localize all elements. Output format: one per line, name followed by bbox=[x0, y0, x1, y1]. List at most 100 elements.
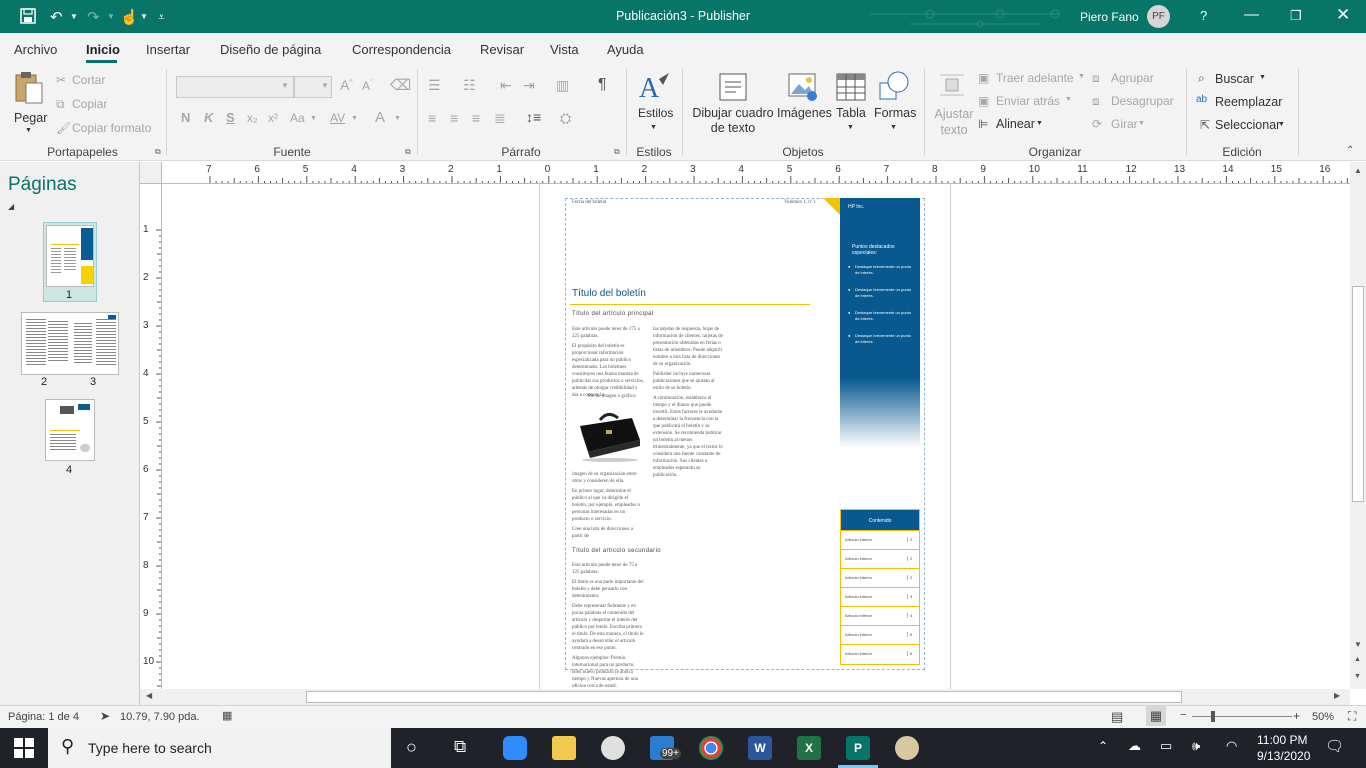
find-button[interactable]: Buscar bbox=[1215, 72, 1254, 86]
tab-insertar[interactable]: Insertar bbox=[146, 42, 190, 57]
show-hidden-icons[interactable]: ⌃ bbox=[1098, 739, 1108, 753]
tab-diseno-pagina[interactable]: Diseño de página bbox=[220, 42, 321, 57]
scroll-down-icon[interactable]: ▼ bbox=[1354, 640, 1362, 649]
font-color-button[interactable]: A bbox=[375, 109, 385, 126]
copy-button[interactable]: Copiar bbox=[72, 97, 107, 111]
document-canvas[interactable]: Fecha del boletín Volumen 1, nº 1 HP Inc… bbox=[162, 184, 1350, 689]
zoom-level[interactable]: 50% bbox=[1312, 711, 1334, 723]
font-size-combo[interactable]: ▼ bbox=[294, 76, 332, 98]
cortana-icon[interactable]: ○ bbox=[406, 737, 417, 758]
paint-icon[interactable] bbox=[601, 736, 625, 760]
vertical-scroll-thumb[interactable] bbox=[1352, 286, 1364, 502]
bullets-icon[interactable]: ☰ bbox=[428, 77, 441, 94]
briefcase-image[interactable] bbox=[574, 406, 644, 462]
chrome-icon[interactable] bbox=[699, 736, 723, 760]
scroll-left-icon[interactable]: ◀ bbox=[146, 691, 152, 700]
user-name[interactable]: Piero Fano bbox=[1080, 10, 1139, 24]
toc-row[interactable]: Artículo interior 2 bbox=[841, 549, 919, 568]
underline-button[interactable]: S bbox=[226, 110, 235, 125]
toc-row[interactable]: Artículo interior 2 bbox=[841, 568, 919, 587]
vertical-ruler[interactable]: 1 2 3 4 5 6 7 8 9 10 bbox=[140, 184, 162, 689]
replace-button[interactable]: Reemplazar bbox=[1215, 95, 1282, 109]
help-button[interactable]: ? bbox=[1200, 8, 1207, 23]
volume-icon[interactable]: 🕪 bbox=[1192, 738, 1200, 754]
wrap-text-button[interactable]: Ajustar texto bbox=[930, 69, 974, 141]
clipboard-launcher-icon[interactable]: ⧉ bbox=[155, 147, 161, 157]
font-name-combo[interactable]: ▼ bbox=[176, 76, 294, 98]
shapes-button[interactable]: Formas ▼ bbox=[872, 69, 916, 141]
draw-textbox-button[interactable]: Dibujar cuadro de texto bbox=[690, 69, 776, 141]
next-page-icon[interactable]: ▼ bbox=[1354, 673, 1361, 680]
toc-box[interactable]: Contenido Artículo interior 2 Artículo int… bbox=[840, 509, 920, 665]
bold-button[interactable]: N bbox=[181, 110, 190, 125]
toc-row[interactable]: Artículo interior 6 bbox=[841, 644, 919, 663]
line-spacing-icon[interactable]: ↕≡ bbox=[526, 109, 541, 125]
scroll-up-icon[interactable]: ▲ bbox=[1354, 166, 1362, 175]
align-right-icon[interactable]: ≡ bbox=[472, 110, 480, 126]
file-explorer-icon[interactable] bbox=[552, 736, 576, 760]
decrease-indent-icon[interactable]: ⇤ bbox=[500, 77, 512, 94]
numbering-icon[interactable]: ☷ bbox=[463, 77, 476, 94]
ungroup-button[interactable]: Desagrupar bbox=[1111, 94, 1174, 108]
send-backward-button[interactable]: Enviar atrás bbox=[996, 94, 1060, 108]
show-marks-icon[interactable]: ¶ bbox=[598, 76, 607, 94]
windows-start-icon[interactable] bbox=[14, 738, 34, 758]
column-1-text-cont[interactable]: imagen de su organización entre otros y … bbox=[572, 471, 644, 540]
format-painter-button[interactable]: Copiar formato bbox=[72, 121, 151, 135]
taskbar-search-box[interactable]: ⚲ Type here to search bbox=[48, 728, 391, 768]
page-thumb-2-3[interactable] bbox=[21, 312, 119, 375]
sidebar-heading[interactable]: Puntos destacados especiales: bbox=[852, 244, 920, 256]
zoom-in-icon[interactable]: + bbox=[1293, 709, 1300, 723]
zoom-slider-thumb[interactable] bbox=[1211, 711, 1215, 722]
zoom-app-icon[interactable] bbox=[503, 736, 527, 760]
character-spacing-button[interactable]: AV bbox=[330, 111, 345, 125]
close-button[interactable]: ✕ bbox=[1336, 5, 1350, 25]
wifi-icon[interactable]: ◠ bbox=[1226, 738, 1237, 754]
horizontal-ruler[interactable]: 7 6 5 4 3 2 1 0 1 2 3 4 5 6 7 8 9 10 11 12 13 14 15 16 bbox=[162, 162, 1350, 184]
justify-icon[interactable]: ≣ bbox=[494, 110, 506, 127]
columns-icon[interactable]: ▥ bbox=[556, 77, 569, 94]
secondary-article-text[interactable]: Este artículo puede tener de 75 a 125 pa… bbox=[572, 562, 644, 689]
table-button[interactable]: Tabla ▼ bbox=[834, 69, 870, 141]
tab-correspondencia[interactable]: Correspondencia bbox=[352, 42, 451, 57]
notifications-icon[interactable]: 🗨 bbox=[1325, 737, 1344, 755]
avatar[interactable]: PF bbox=[1147, 5, 1170, 28]
fit-page-icon[interactable]: ⛶ bbox=[1348, 709, 1356, 724]
align-left-icon[interactable]: ≡ bbox=[428, 110, 436, 126]
sidebar-block[interactable]: HP Inc. Puntos destacados especiales: ● D… bbox=[840, 198, 920, 448]
newsletter-page[interactable]: Fecha del boletín Volumen 1, nº 1 HP Inc… bbox=[540, 184, 950, 689]
horizontal-scrollbar[interactable]: ◀ ▶ bbox=[140, 689, 1350, 705]
clock-time[interactable]: 11:00 PM bbox=[1257, 733, 1307, 747]
increase-indent-icon[interactable]: ⇥ bbox=[523, 77, 535, 94]
two-page-view-icon[interactable]: ▦ bbox=[1146, 706, 1166, 726]
image-caption[interactable]: Pie de imagen o gráfico. bbox=[588, 393, 637, 400]
toc-row[interactable]: Artículo interior 4 bbox=[841, 606, 919, 625]
select-button[interactable]: Seleccionar bbox=[1215, 118, 1280, 132]
main-article-title[interactable]: Título del artículo principal bbox=[572, 311, 654, 317]
onedrive-icon[interactable]: ☁ bbox=[1128, 738, 1141, 754]
vertical-scrollbar[interactable]: ▲ ▼ ▲ ▼ bbox=[1350, 162, 1366, 689]
tab-archivo[interactable]: Archivo bbox=[14, 42, 57, 57]
page-indicator[interactable]: Página: 1 de 4 bbox=[8, 711, 79, 723]
collapse-pane-icon[interactable]: ◢ bbox=[8, 202, 14, 211]
sidebar-bullet-list[interactable]: ● Destaque brevemente un punto de interés… bbox=[848, 264, 914, 356]
shrink-font-icon[interactable]: Aˇ bbox=[362, 79, 372, 93]
header-volume[interactable]: Volumen 1, nº 1 bbox=[784, 199, 816, 206]
horizontal-scroll-thumb[interactable] bbox=[306, 691, 1182, 703]
minimize-button[interactable]: — bbox=[1244, 6, 1259, 23]
toc-row[interactable]: Artículo interior 2 bbox=[841, 530, 919, 549]
previous-page-icon[interactable]: ▲ bbox=[1354, 656, 1361, 663]
zoom-slider-track[interactable] bbox=[1192, 716, 1292, 717]
rotate-button[interactable]: Girar bbox=[1111, 117, 1138, 131]
change-case-button[interactable]: Aa bbox=[290, 111, 305, 125]
cut-button[interactable]: Cortar bbox=[72, 73, 105, 87]
paragraph-shading-icon[interactable]: ⛭ bbox=[560, 110, 571, 127]
restore-button[interactable]: ❐ bbox=[1290, 8, 1302, 24]
sidebar-org-name[interactable]: HP Inc. bbox=[848, 204, 864, 210]
grow-font-icon[interactable]: A^ bbox=[340, 77, 353, 93]
clear-formatting-icon[interactable]: ⌫ bbox=[390, 76, 411, 94]
superscript-button[interactable]: x² bbox=[268, 111, 278, 125]
align-button[interactable]: Alinear bbox=[996, 117, 1035, 131]
tab-ayuda[interactable]: Ayuda bbox=[607, 42, 644, 57]
page-thumb-1[interactable] bbox=[46, 225, 94, 287]
